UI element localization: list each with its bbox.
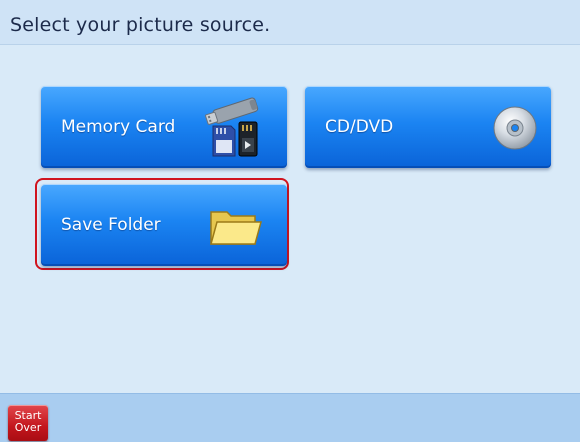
start-over-button[interactable]: Start Over xyxy=(8,405,48,441)
save-folder-button[interactable]: Save Folder xyxy=(41,184,287,266)
start-over-label-line2: Over xyxy=(14,421,42,434)
memory-card-label: Memory Card xyxy=(61,117,176,137)
cd-dvd-label: CD/DVD xyxy=(325,117,394,137)
save-folder-label: Save Folder xyxy=(61,215,161,235)
cd-dvd-button[interactable]: CD/DVD xyxy=(305,86,551,168)
memory-card-icon xyxy=(199,96,271,158)
disc-icon xyxy=(491,104,539,152)
start-over-label-line1: Start xyxy=(14,409,42,422)
kiosk-screen: Select your picture source. Memory Card xyxy=(0,0,580,442)
folder-icon xyxy=(207,204,263,250)
header-bar: Select your picture source. xyxy=(0,0,580,45)
footer-bar: Start Over xyxy=(0,393,580,442)
memory-card-button[interactable]: Memory Card xyxy=(41,86,287,168)
page-title: Select your picture source. xyxy=(10,14,271,36)
